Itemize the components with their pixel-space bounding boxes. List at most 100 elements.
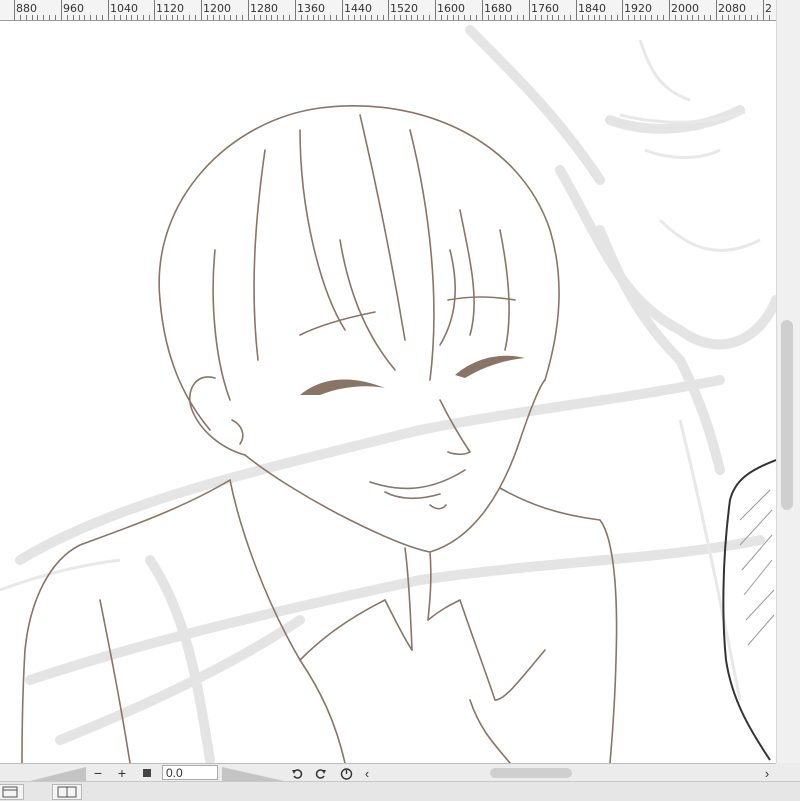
vertical-scroll-thumb[interactable]	[781, 320, 793, 510]
ruler-minor-tick	[417, 15, 418, 20]
ruler-minor-tick	[558, 15, 559, 20]
vertical-scrollbar[interactable]	[776, 0, 800, 763]
ruler-minor-tick	[488, 15, 489, 20]
ruler-minor-tick	[143, 15, 144, 20]
ruler-minor-tick	[67, 15, 68, 20]
bottom-panel-strip	[0, 781, 800, 801]
ruler-major-tick	[388, 0, 389, 20]
ruler-minor-tick	[307, 15, 308, 20]
ruler-label: 1440	[344, 2, 372, 15]
ruler-minor-tick	[324, 15, 325, 20]
ruler-minor-tick	[336, 15, 337, 20]
illustration	[0, 25, 776, 763]
ruler-major-tick	[342, 0, 343, 20]
ruler-minor-tick	[277, 15, 278, 20]
layout-icon[interactable]	[52, 784, 82, 800]
rotation-slider[interactable]	[222, 765, 284, 781]
ruler-major-tick	[154, 0, 155, 20]
ruler-major-tick	[14, 0, 15, 20]
ruler-minor-tick	[114, 15, 115, 20]
ruler-minor-tick	[26, 15, 27, 20]
ruler-minor-tick	[517, 15, 518, 20]
ruler-major-tick	[435, 0, 436, 20]
zoom-out-button[interactable]: −	[90, 764, 106, 782]
zoom-value-input[interactable]: 0.0	[162, 765, 218, 780]
ruler-minor-tick	[400, 15, 401, 20]
ruler-major-tick	[482, 0, 483, 20]
ruler-minor-tick	[406, 15, 407, 20]
ruler-minor-tick	[73, 15, 74, 20]
ruler-minor-tick	[90, 15, 91, 20]
ruler-minor-tick	[43, 15, 44, 20]
stop-icon[interactable]	[140, 764, 154, 782]
ruler-minor-tick	[271, 15, 272, 20]
ruler-minor-tick	[751, 15, 752, 20]
ruler-minor-tick	[599, 15, 600, 20]
horizontal-scroll-thumb[interactable]	[490, 768, 572, 778]
closed-eyes	[300, 355, 525, 395]
ruler-minor-tick	[704, 15, 705, 20]
ruler-minor-tick	[739, 15, 740, 20]
ruler-minor-tick	[236, 15, 237, 20]
ruler-minor-tick	[564, 15, 565, 20]
undo-icon[interactable]	[288, 764, 306, 782]
navigator-icon[interactable]	[0, 784, 24, 800]
ruler-minor-tick	[657, 15, 658, 20]
ruler-minor-tick	[207, 15, 208, 20]
ruler-minor-tick	[55, 15, 56, 20]
ruler-minor-tick	[651, 15, 652, 20]
ruler-minor-tick	[634, 15, 635, 20]
ruler-minor-tick	[734, 15, 735, 20]
ruler-minor-tick	[687, 15, 688, 20]
ruler-minor-tick	[160, 15, 161, 20]
horizontal-ruler: 880 960 1040 1120 1200 1280 1360 1440 1520 1600 16…	[0, 0, 776, 21]
ruler-label: 960	[63, 2, 84, 15]
zoom-in-button[interactable]: +	[114, 764, 130, 782]
ruler-minor-tick	[547, 15, 548, 20]
ruler-minor-tick	[675, 15, 676, 20]
ruler-minor-tick	[166, 15, 167, 20]
ruler-minor-tick	[37, 15, 38, 20]
ruler-minor-tick	[230, 15, 231, 20]
drawing-canvas[interactable]	[0, 21, 776, 763]
ruler-minor-tick	[429, 15, 430, 20]
ruler-major-tick	[108, 0, 109, 20]
ruler-minor-tick	[710, 15, 711, 20]
scroll-left-button[interactable]: ‹	[360, 764, 374, 782]
ruler-major-tick	[763, 0, 764, 20]
ruler-label: 1760	[531, 2, 559, 15]
ruler-minor-tick	[511, 15, 512, 20]
ruler-minor-tick	[552, 15, 553, 20]
ruler-minor-tick	[505, 15, 506, 20]
ruler-major-tick	[622, 0, 623, 20]
redo-icon[interactable]	[312, 764, 330, 782]
ruler-minor-tick	[541, 15, 542, 20]
ruler-minor-tick	[681, 15, 682, 20]
ruler-minor-tick	[172, 15, 173, 20]
ruler-major-tick	[716, 0, 717, 20]
ruler-label: 2080	[718, 2, 746, 15]
ruler-minor-tick	[611, 15, 612, 20]
ruler-label: 1280	[250, 2, 278, 15]
background-sketch-thin	[0, 39, 761, 701]
ruler-major-tick	[295, 0, 296, 20]
ruler-minor-tick	[177, 15, 178, 20]
zoom-slider-left[interactable]	[30, 765, 86, 781]
ruler-minor-tick	[447, 15, 448, 20]
ruler-minor-tick	[728, 15, 729, 20]
ruler-minor-tick	[570, 15, 571, 20]
ruler-minor-tick	[494, 15, 495, 20]
reset-rotation-icon[interactable]	[337, 764, 355, 782]
ruler-minor-tick	[84, 15, 85, 20]
ruler-minor-tick	[330, 15, 331, 20]
ruler-minor-tick	[628, 15, 629, 20]
ruler-minor-tick	[617, 15, 618, 20]
ruler-minor-tick	[441, 15, 442, 20]
ruler-minor-tick	[96, 15, 97, 20]
scroll-right-button[interactable]: ›	[760, 764, 774, 782]
ruler-minor-tick	[20, 15, 21, 20]
ruler-minor-tick	[745, 15, 746, 20]
ruler-minor-tick	[645, 15, 646, 20]
second-character-edge	[722, 459, 776, 761]
ruler-minor-tick	[523, 15, 524, 20]
